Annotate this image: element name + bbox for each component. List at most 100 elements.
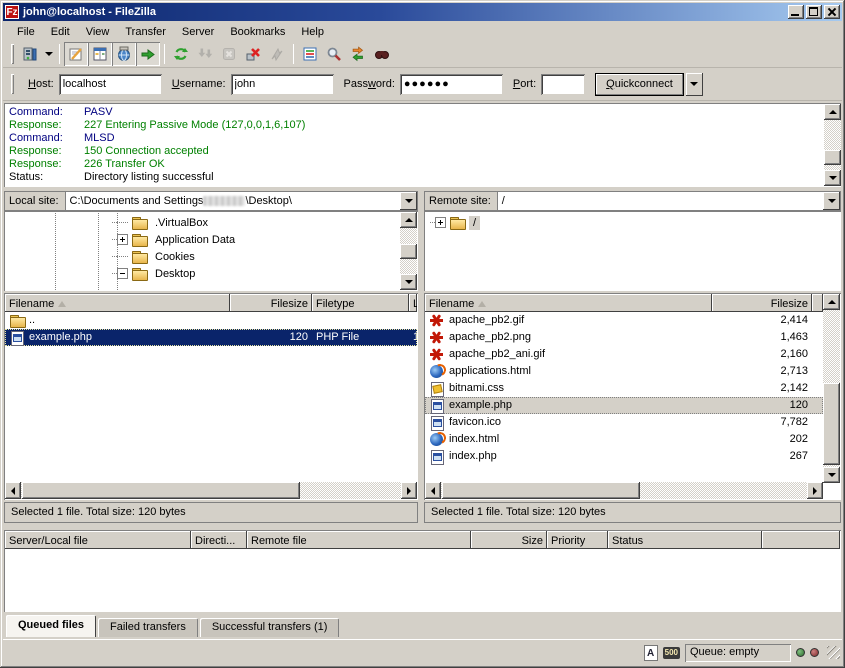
host-input[interactable]: [59, 74, 162, 95]
scroll-right-button[interactable]: [401, 482, 417, 499]
remote-list-scrollbar[interactable]: [823, 294, 840, 483]
remote-site-dropdown-button[interactable]: [823, 192, 840, 210]
menu-server[interactable]: Server: [174, 24, 222, 40]
file-row[interactable]: favicon.ico7,782: [425, 414, 823, 431]
scrollbar-thumb[interactable]: [824, 150, 841, 165]
file-row[interactable]: example.php120: [425, 397, 823, 414]
title-bar[interactable]: Fz john@localhost - FileZilla: [3, 3, 842, 21]
menu-help[interactable]: Help: [293, 24, 332, 40]
quickconnect-gripper[interactable]: [11, 74, 14, 94]
directory-comparison-button[interactable]: [322, 42, 346, 66]
tree-expander[interactable]: [117, 268, 128, 279]
remote-list-hscrollbar[interactable]: [425, 482, 823, 499]
password-input[interactable]: [400, 74, 503, 95]
toggle-message-log-button[interactable]: [64, 42, 88, 66]
file-row[interactable]: apache_pb2.png1,463: [425, 329, 823, 346]
username-input[interactable]: [231, 74, 334, 95]
synchronized-browsing-button[interactable]: [346, 42, 370, 66]
column-header-direction[interactable]: Directi...: [191, 531, 247, 549]
menu-edit[interactable]: Edit: [43, 24, 78, 40]
quickconnect-button[interactable]: Quickconnect: [595, 73, 684, 96]
scrollbar-thumb[interactable]: [22, 482, 300, 499]
process-queue-button[interactable]: [193, 42, 217, 66]
column-header-remote-file[interactable]: Remote file: [247, 531, 471, 549]
toolbar-gripper[interactable]: [11, 44, 14, 64]
file-row[interactable]: apache_pb2.gif2,414: [425, 312, 823, 329]
tab-successful-transfers[interactable]: Successful transfers (1): [200, 618, 340, 637]
column-header-filesize[interactable]: Filesize: [230, 294, 312, 312]
tree-item[interactable]: Cookies: [112, 248, 418, 265]
site-manager-dropdown-button[interactable]: [42, 43, 55, 65]
tree-expander[interactable]: [435, 217, 446, 228]
scroll-right-button[interactable]: [807, 482, 823, 499]
file-row[interactable]: index.php267: [425, 448, 823, 465]
menu-bookmarks[interactable]: Bookmarks: [222, 24, 293, 40]
tab-queued-files[interactable]: Queued files: [6, 615, 96, 637]
transfer-type-icon[interactable]: A: [644, 645, 658, 661]
tree-item[interactable]: .VirtualBox: [112, 214, 418, 231]
port-input[interactable]: [541, 74, 585, 95]
directory-listing-filters-button[interactable]: [298, 42, 322, 66]
refresh-button[interactable]: [169, 42, 193, 66]
menu-view[interactable]: View: [78, 24, 118, 40]
column-header-filetype[interactable]: Filetype: [312, 294, 409, 312]
queue-header: Server/Local file Directi... Remote file…: [5, 531, 840, 549]
scroll-left-button[interactable]: [425, 482, 441, 499]
scroll-up-button[interactable]: [823, 294, 840, 310]
disconnect-button[interactable]: [241, 42, 265, 66]
local-list-hscrollbar[interactable]: [5, 482, 417, 499]
column-header-filesize[interactable]: Filesize: [712, 294, 812, 312]
find-files-button[interactable]: [370, 42, 394, 66]
file-row[interactable]: index.html202: [425, 431, 823, 448]
column-header-filename[interactable]: Filename: [5, 294, 230, 312]
toggle-remote-tree-button[interactable]: [112, 42, 136, 66]
local-tree-scrollbar[interactable]: [400, 212, 417, 290]
cancel-operation-button[interactable]: [217, 42, 241, 66]
message-log-scrollbar[interactable]: [824, 104, 841, 186]
tree-item[interactable]: Application Data: [112, 231, 418, 248]
scroll-down-button[interactable]: [824, 170, 841, 186]
local-site-combo[interactable]: C:\Documents and Settings\Desktop\: [65, 191, 418, 211]
scrollbar-thumb[interactable]: [400, 244, 417, 259]
resize-grip[interactable]: [827, 646, 840, 659]
file-row[interactable]: apache_pb2_ani.gif2,160: [425, 346, 823, 363]
scroll-up-button[interactable]: [824, 104, 841, 120]
tree-item[interactable]: Desktop: [112, 265, 418, 282]
menu-transfer[interactable]: Transfer: [117, 24, 174, 40]
maximize-button[interactable]: [806, 5, 822, 19]
column-header-filename[interactable]: Filename: [425, 294, 712, 312]
local-directory-tree: .VirtualBoxApplication DataCookiesDeskto…: [4, 211, 418, 291]
tree-expander[interactable]: [117, 217, 128, 228]
tree-expander[interactable]: [117, 234, 128, 245]
column-header-priority[interactable]: Priority: [547, 531, 608, 549]
column-header-size[interactable]: Size: [471, 531, 547, 549]
file-row[interactable]: example.php120PHP File1: [5, 329, 417, 346]
scrollbar-thumb[interactable]: [442, 482, 640, 499]
file-row[interactable]: bitnami.css2,142: [425, 380, 823, 397]
column-header-server-local-file[interactable]: Server/Local file: [5, 531, 191, 549]
quickconnect-dropdown-button[interactable]: [686, 73, 703, 96]
scroll-down-button[interactable]: [823, 467, 840, 483]
tree-item[interactable]: /: [430, 214, 841, 231]
site-manager-button[interactable]: [18, 42, 42, 66]
local-site-dropdown-button[interactable]: [400, 192, 417, 210]
column-header-status[interactable]: Status: [608, 531, 762, 549]
log-line-text: MLSD: [84, 132, 115, 144]
tree-expander[interactable]: [117, 251, 128, 262]
file-row[interactable]: ..: [5, 312, 417, 329]
minimize-button[interactable]: [788, 5, 804, 19]
file-row[interactable]: applications.html2,713: [425, 363, 823, 380]
close-button[interactable]: [824, 5, 840, 19]
speed-limit-icon[interactable]: 500: [663, 647, 680, 659]
toggle-local-tree-button[interactable]: [88, 42, 112, 66]
toggle-transfer-queue-button[interactable]: [136, 42, 160, 66]
scroll-up-button[interactable]: [400, 212, 417, 228]
reconnect-button[interactable]: [265, 42, 289, 66]
column-header-last-modified[interactable]: L: [409, 294, 417, 312]
scroll-down-button[interactable]: [400, 274, 417, 290]
scrollbar-thumb[interactable]: [823, 383, 840, 465]
tab-failed-transfers[interactable]: Failed transfers: [98, 618, 198, 637]
menu-file[interactable]: File: [9, 24, 43, 40]
scroll-left-button[interactable]: [5, 482, 21, 499]
remote-site-combo[interactable]: /: [497, 191, 841, 211]
